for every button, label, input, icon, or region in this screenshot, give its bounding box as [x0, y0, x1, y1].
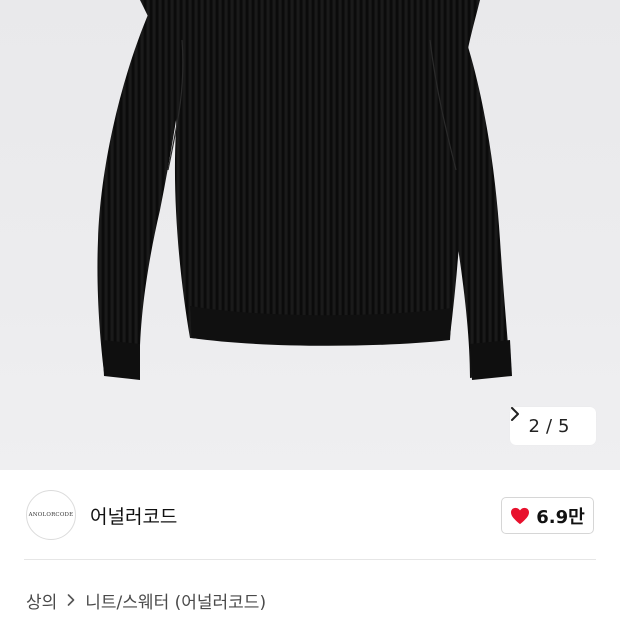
breadcrumb: 상의 니트/스웨터 (어널러코드)	[26, 586, 266, 614]
like-button[interactable]: 6.9만	[501, 497, 594, 534]
breadcrumb-item-category[interactable]: 상의	[26, 588, 57, 613]
breadcrumb-item-subcategory[interactable]: 니트/스웨터 (어널러코드)	[85, 588, 266, 613]
like-count: 6.9만	[536, 506, 585, 528]
pager-total: 5	[558, 415, 570, 437]
pager-separator: /	[545, 415, 553, 437]
divider	[24, 559, 596, 560]
chevron-right-icon	[67, 591, 75, 610]
heart-icon	[511, 507, 530, 524]
product-image-gallery[interactable]: 2 / 5	[0, 0, 620, 470]
sweater-image	[97, 0, 512, 380]
brand-name[interactable]: 어널러코드	[90, 502, 177, 529]
image-pager[interactable]: 2 / 5	[510, 407, 596, 445]
pager-current: 2	[528, 415, 540, 437]
brand-logo-text: ANOLORCODE	[28, 512, 74, 518]
brand-logo[interactable]: ANOLORCODE	[26, 490, 76, 540]
